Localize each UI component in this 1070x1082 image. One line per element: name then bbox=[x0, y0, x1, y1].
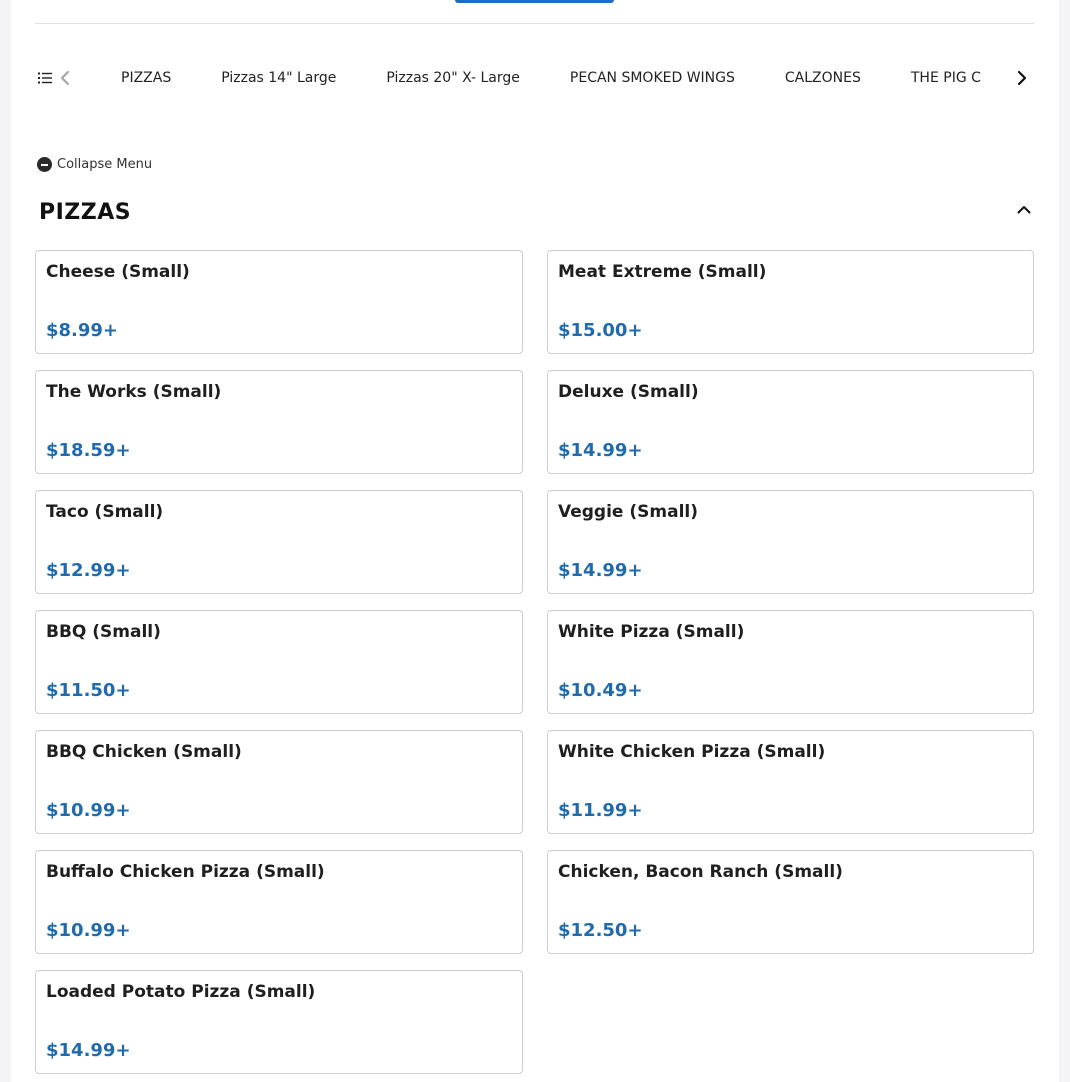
menu-item-card[interactable]: Meat Extreme (Small) $15.00+ bbox=[547, 250, 1034, 354]
menu-item-card[interactable]: BBQ (Small) $11.50+ bbox=[35, 610, 523, 714]
category-tab[interactable]: PECAN SMOKED WINGS bbox=[570, 58, 735, 98]
category-strip: PIZZAS Pizzas 14" Large Pizzas 20" X- Larg… bbox=[121, 58, 985, 98]
menu-item-name: Loaded Potato Pizza (Small) bbox=[46, 982, 316, 1002]
menu-item-card[interactable]: The Works (Small) $18.59+ bbox=[35, 370, 523, 474]
list-icon[interactable] bbox=[35, 68, 55, 88]
menu-item-price: $14.99+ bbox=[558, 440, 643, 461]
chevron-right-icon[interactable] bbox=[1012, 68, 1032, 88]
category-tab[interactable]: Pizzas 14" Large bbox=[221, 58, 336, 98]
category-tab[interactable]: CALZONES bbox=[785, 58, 861, 98]
minus-circle-icon bbox=[37, 157, 52, 172]
menu-item-card[interactable]: Veggie (Small) $14.99+ bbox=[547, 490, 1034, 594]
menu-item-price: $14.99+ bbox=[558, 560, 643, 581]
category-tab[interactable]: PIZZAS bbox=[121, 58, 171, 98]
menu-item-price: $8.99+ bbox=[46, 320, 119, 341]
menu-item-name: Veggie (Small) bbox=[558, 502, 698, 522]
menu-item-name: Deluxe (Small) bbox=[558, 382, 699, 402]
menu-item-card[interactable]: Loaded Potato Pizza (Small) $14.99+ bbox=[35, 970, 523, 1074]
collapse-menu-label: Collapse Menu bbox=[57, 157, 153, 172]
menu-item-card[interactable]: Cheese (Small) $8.99+ bbox=[35, 250, 523, 354]
chevron-up-icon[interactable] bbox=[1014, 199, 1034, 219]
menu-item-price: $10.99+ bbox=[46, 800, 131, 821]
menu-item-name: Buffalo Chicken Pizza (Small) bbox=[46, 862, 325, 882]
menu-item-name: Chicken, Bacon Ranch (Small) bbox=[558, 862, 843, 882]
menu-item-price: $11.99+ bbox=[558, 800, 643, 821]
section-title: PIZZAS bbox=[39, 200, 132, 225]
menu-item-card[interactable]: Buffalo Chicken Pizza (Small) $10.99+ bbox=[35, 850, 523, 954]
menu-item-card[interactable]: White Pizza (Small) $10.49+ bbox=[547, 610, 1034, 714]
collapse-menu-button[interactable]: Collapse Menu bbox=[37, 157, 152, 172]
menu-item-card[interactable]: Deluxe (Small) $14.99+ bbox=[547, 370, 1034, 474]
menu-item-name: BBQ (Small) bbox=[46, 622, 161, 642]
menu-item-price: $11.50+ bbox=[46, 680, 131, 701]
menu-item-name: Cheese (Small) bbox=[46, 262, 190, 282]
divider bbox=[35, 23, 1034, 24]
menu-item-name: Meat Extreme (Small) bbox=[558, 262, 767, 282]
menu-item-name: White Chicken Pizza (Small) bbox=[558, 742, 826, 762]
menu-item-card[interactable]: BBQ Chicken (Small) $10.99+ bbox=[35, 730, 523, 834]
menu-item-name: The Works (Small) bbox=[46, 382, 222, 402]
menu-item-card[interactable]: Taco (Small) $12.99+ bbox=[35, 490, 523, 594]
menu-item-name: BBQ Chicken (Small) bbox=[46, 742, 242, 762]
menu-item-price: $12.99+ bbox=[46, 560, 131, 581]
menu-item-name: Taco (Small) bbox=[46, 502, 164, 522]
menu-item-price: $14.99+ bbox=[46, 1040, 131, 1061]
category-nav: PIZZAS Pizzas 14" Large Pizzas 20" X- Larg… bbox=[35, 58, 1034, 98]
menu-item-grid: Cheese (Small) $8.99+ Meat Extreme (Small)… bbox=[35, 250, 1034, 1074]
menu-item-price: $10.99+ bbox=[46, 920, 131, 941]
menu-item-price: $18.59+ bbox=[46, 440, 131, 461]
menu-item-price: $15.00+ bbox=[558, 320, 643, 341]
menu-item-name: White Pizza (Small) bbox=[558, 622, 745, 642]
menu-item-price: $10.49+ bbox=[558, 680, 643, 701]
menu-item-price: $12.50+ bbox=[558, 920, 643, 941]
top-action-button[interactable] bbox=[455, 0, 614, 3]
chevron-left-icon[interactable] bbox=[55, 68, 75, 88]
menu-item-card[interactable]: Chicken, Bacon Ranch (Small) $12.50+ bbox=[547, 850, 1034, 954]
menu-page: PIZZAS Pizzas 14" Large Pizzas 20" X- Larg… bbox=[11, 0, 1059, 1082]
category-tab[interactable]: THE PIG C bbox=[911, 58, 981, 98]
menu-item-card[interactable]: White Chicken Pizza (Small) $11.99+ bbox=[547, 730, 1034, 834]
category-tab[interactable]: Pizzas 20" X- Large bbox=[386, 58, 520, 98]
